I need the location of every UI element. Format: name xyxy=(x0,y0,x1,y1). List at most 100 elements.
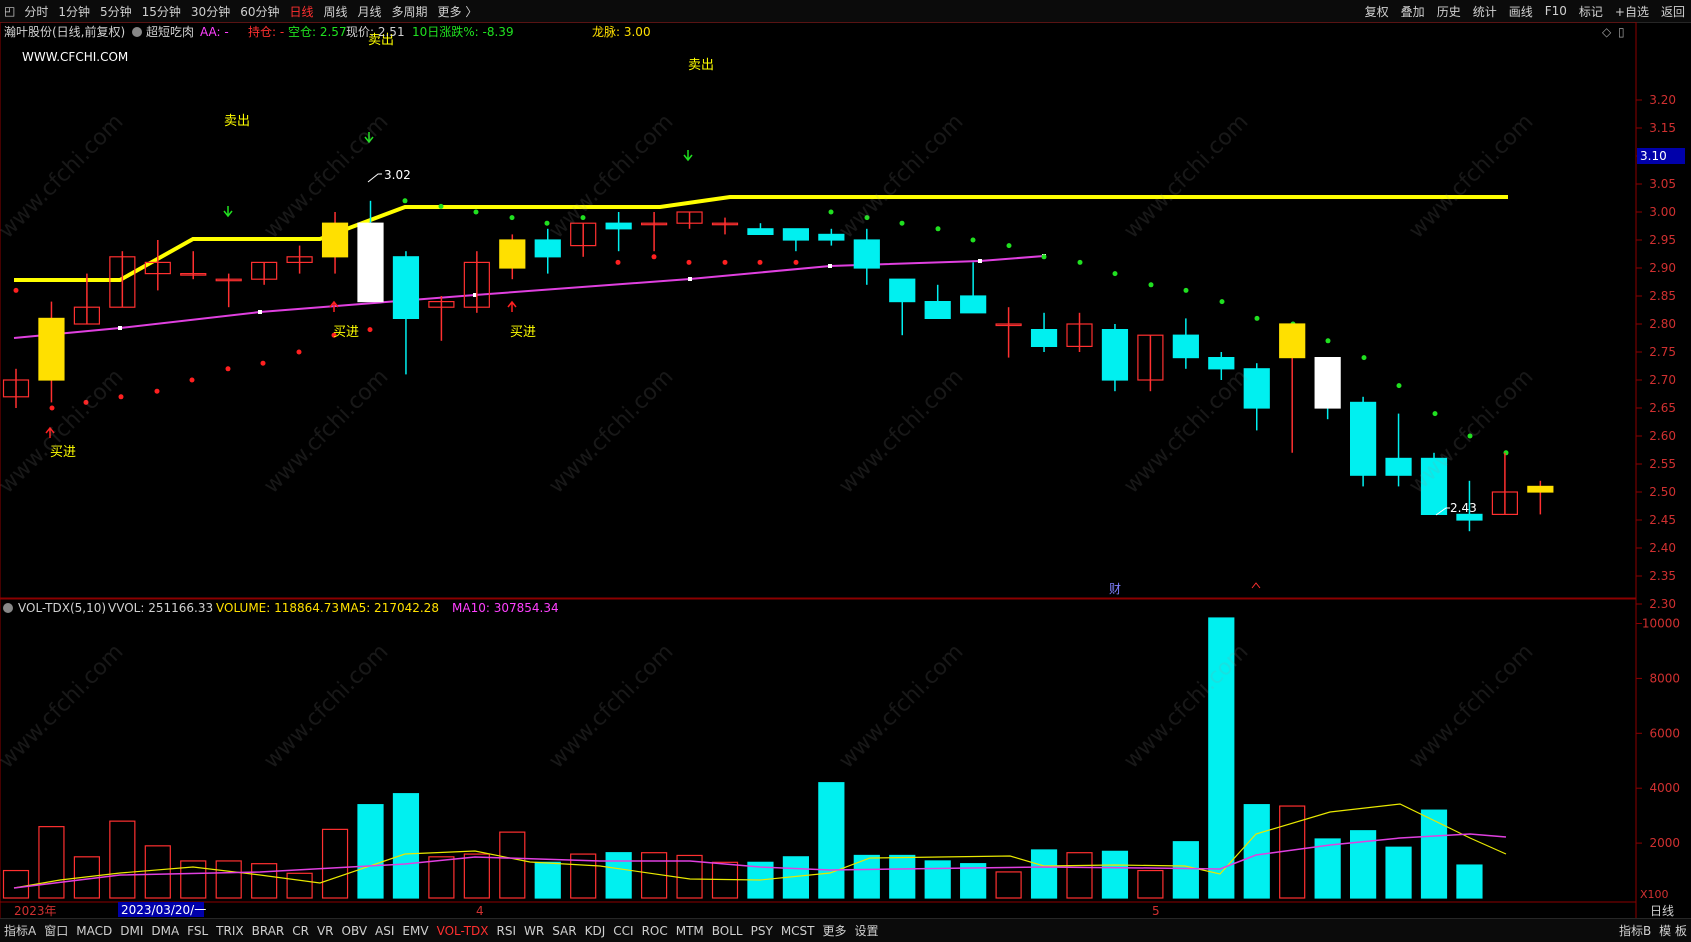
watermark-text: www.cfchi.com xyxy=(544,364,678,498)
candle-body xyxy=(1243,368,1270,409)
period-tab-5[interactable]: 60分钟 xyxy=(235,3,284,20)
period-tab-10[interactable]: 更多 〉 xyxy=(433,3,483,20)
indicator-tab-13[interactable]: VOL-TDX xyxy=(433,924,493,938)
date-year-label: 2023年 xyxy=(14,904,57,918)
indicator-tab-16[interactable]: SAR xyxy=(548,924,580,938)
volume-bar xyxy=(251,863,278,899)
indicator-tab-8[interactable]: CR xyxy=(288,924,313,938)
candle-body xyxy=(1527,485,1554,493)
candle-body xyxy=(747,228,774,236)
value-kong: 空仓: 2.57 xyxy=(288,25,347,39)
sar-dot xyxy=(1006,243,1012,249)
period-tab-3[interactable]: 15分钟 xyxy=(137,3,186,20)
indicator-tab-20[interactable]: MTM xyxy=(672,924,708,938)
chart-area[interactable]: 3.20 3.15 3.10 3.05 3.00 2.95 2.90 2.85 2.80 2.75… xyxy=(0,22,1691,918)
window-icon[interactable]: ◰ xyxy=(0,4,19,18)
watermark-text: www.cfchi.com xyxy=(259,639,393,773)
bottom-right-tab-1[interactable]: 模 板 xyxy=(1655,922,1691,939)
sar-dot xyxy=(1432,411,1438,417)
indicator-tab-9[interactable]: VR xyxy=(313,924,338,938)
price-axis-label: 2.65 xyxy=(1649,401,1676,415)
buy-arrow-icon xyxy=(507,300,517,312)
indicator-tab-10[interactable]: OBV xyxy=(338,924,372,938)
toolbar-tool-5[interactable]: F10 xyxy=(1539,4,1573,18)
watermark-text: www.cfchi.com xyxy=(1119,109,1253,243)
period-tab-9[interactable]: 多周期 xyxy=(387,3,433,20)
period-tab-8[interactable]: 月线 xyxy=(353,3,387,20)
period-tab-2[interactable]: 5分钟 xyxy=(95,3,137,20)
stock-name: 瀚叶股份(日线,前复权) xyxy=(4,24,125,39)
period-tab-4[interactable]: 30分钟 xyxy=(186,3,235,20)
period-tab-0[interactable]: 分时 xyxy=(19,3,53,20)
volume-bar xyxy=(1101,850,1129,899)
indicator-tab-14[interactable]: RSI xyxy=(493,924,521,938)
indicator-tab-5[interactable]: FSL xyxy=(183,924,212,938)
toolbar-tool-6[interactable]: 标记 xyxy=(1573,3,1609,20)
sar-dot xyxy=(154,388,160,394)
candle-body xyxy=(38,317,65,381)
volume-ma5: MA5: 217042.28 xyxy=(340,601,439,615)
ma-marker xyxy=(688,277,692,281)
toolbar-tool-0[interactable]: 复权 xyxy=(1359,3,1395,20)
bottom-right-tab-0[interactable]: 指标B xyxy=(1615,922,1655,939)
indicator-tab-21[interactable]: BOLL xyxy=(708,924,747,938)
indicator-tab-4[interactable]: DMA xyxy=(147,924,183,938)
sell-label-1: 卖出 xyxy=(224,114,250,129)
volume-unit-label: X100 xyxy=(1640,888,1669,901)
toolbar-tool-4[interactable]: 画线 xyxy=(1503,3,1539,20)
volume-bar xyxy=(924,860,951,899)
indicator-tab-25[interactable]: 设置 xyxy=(851,922,883,939)
volume-bar xyxy=(215,860,242,899)
sar-dot xyxy=(686,259,692,265)
period-tab-1[interactable]: 1分钟 xyxy=(53,3,95,20)
candle-body xyxy=(1279,323,1306,359)
indicator-tab-18[interactable]: CCI xyxy=(609,924,637,938)
longmai-line xyxy=(14,195,1508,282)
indicator-tab-19[interactable]: ROC xyxy=(638,924,672,938)
volume-bar xyxy=(109,820,136,899)
toolbar-tool-2[interactable]: 历史 xyxy=(1431,3,1467,20)
indicator-tab-3[interactable]: DMI xyxy=(116,924,147,938)
price-axis-label: 2.60 xyxy=(1649,429,1676,443)
sar-dot xyxy=(1325,338,1331,344)
indicator-tab-23[interactable]: MCST xyxy=(777,924,819,938)
volume-bar xyxy=(1066,852,1093,899)
indicator-tab-2[interactable]: MACD xyxy=(72,924,116,938)
sar-dot xyxy=(970,237,976,243)
indicator-tab-24[interactable]: 更多 xyxy=(819,922,851,939)
sar-dot xyxy=(49,405,55,411)
indicator-tab-11[interactable]: ASI xyxy=(371,924,398,938)
candle-body xyxy=(889,278,916,303)
period-tab-6[interactable]: 日线 xyxy=(284,3,318,20)
sar-dot xyxy=(438,203,444,209)
price-axis-label: 2.95 xyxy=(1649,233,1676,247)
volume-bar xyxy=(392,793,420,899)
indicator-settings-icon xyxy=(132,27,142,37)
indicator-tab-6[interactable]: TRIX xyxy=(212,924,247,938)
sar-dot xyxy=(13,287,19,293)
indicator-tab-1[interactable]: 窗口 xyxy=(40,922,72,939)
toolbar-tool-1[interactable]: 叠加 xyxy=(1395,3,1431,20)
toolbar-tool-3[interactable]: 统计 xyxy=(1467,3,1503,20)
indicator-tab-22[interactable]: PSY xyxy=(747,924,777,938)
indicator-tab-12[interactable]: EMV xyxy=(398,924,432,938)
toolbar-tool-8[interactable]: 返回 xyxy=(1655,3,1691,20)
indicator-tab-0[interactable]: 指标A xyxy=(0,922,40,939)
indicator-tab-17[interactable]: KDJ xyxy=(581,924,610,938)
volume-bar xyxy=(1385,846,1412,899)
volume-axis-label: 6000 xyxy=(1649,726,1680,740)
period-tab-7[interactable]: 周线 xyxy=(319,3,353,20)
date-month-4: 4 xyxy=(476,904,484,918)
indicator-tab-15[interactable]: WR xyxy=(520,924,548,938)
price-axis-label: 3.00 xyxy=(1649,205,1676,219)
toolbar-tool-7[interactable]: +自选 xyxy=(1609,3,1655,20)
watermark-text: www.cfchi.com xyxy=(1119,364,1253,498)
volume-bar xyxy=(818,782,845,899)
high-price-label: 3.02 xyxy=(384,168,411,182)
sar-dot xyxy=(651,254,657,260)
indicator-tab-7[interactable]: BRAR xyxy=(248,924,289,938)
volume-bar xyxy=(1030,849,1058,899)
sar-dot xyxy=(899,220,905,226)
date-cursor-label: 2023/03/20/一 xyxy=(121,903,206,917)
volume-bar xyxy=(38,826,65,899)
